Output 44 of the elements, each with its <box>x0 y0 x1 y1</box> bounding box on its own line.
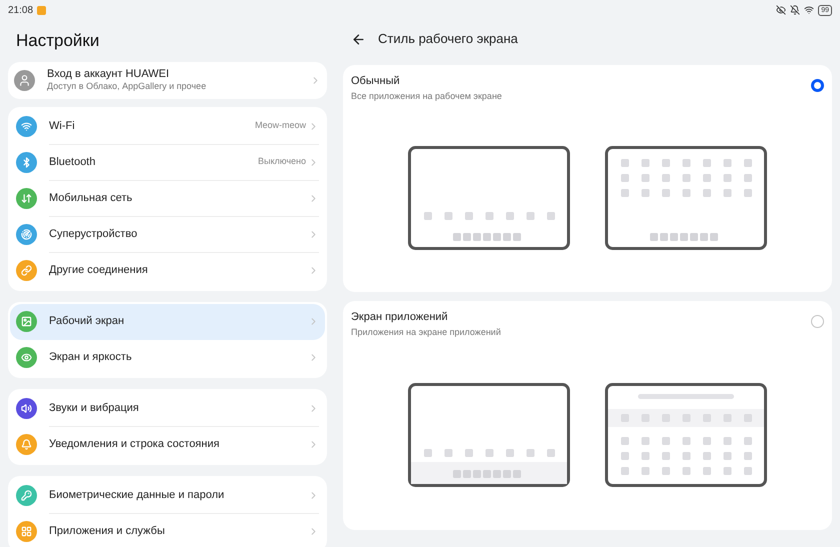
back-icon[interactable] <box>351 32 366 46</box>
settings-item[interactable]: Рабочий экран <box>10 304 325 340</box>
item-label: Суперустройство <box>49 226 138 242</box>
item-label: Рабочий экран <box>49 314 126 330</box>
avatar-icon <box>14 70 35 90</box>
layout-option-card[interactable]: Экран приложений Приложения на экране приложений <box>343 301 832 530</box>
item-label: Биометрические данные и пароли <box>49 488 226 503</box>
item-label: Уведомления и строка состояния <box>49 437 220 452</box>
wifi-icon <box>804 5 814 15</box>
settings-item[interactable]: Звуки и вибрация <box>10 390 325 426</box>
option-subtitle: Все приложения на рабочем экране <box>351 90 503 103</box>
settings-item[interactable]: Wi-Fi Meow-meow <box>10 108 325 144</box>
account-card[interactable]: Вход в аккаунт HUAWEI Доступ в Облако, AppGallery и прочее <box>8 62 327 98</box>
item-value: Meow-meow <box>254 119 306 132</box>
item-label: Экран и яркость <box>49 350 133 366</box>
option-subtitle: Приложения на экране приложений <box>351 326 502 339</box>
settings-item[interactable]: Bluetooth Выключено <box>10 144 325 180</box>
settings-item[interactable]: Экран и яркость <box>10 340 325 376</box>
settings-item[interactable]: Уведомления и строка состояния <box>10 426 325 462</box>
settings-title: Настройки <box>15 30 100 52</box>
option-title: Экран приложений <box>351 310 449 325</box>
radio-button[interactable] <box>811 315 824 328</box>
settings-item[interactable]: Биометрические данные и пароли <box>10 478 325 514</box>
page-title: Стиль рабочего экрана <box>378 30 518 48</box>
account-title: Вход в аккаунт HUAWEI <box>47 68 170 82</box>
layout-option-card[interactable]: Обычный Все приложения на рабочем экране <box>343 65 832 292</box>
status-time: 21:08 <box>8 4 34 18</box>
option-title: Обычный <box>351 74 401 89</box>
item-label: Приложения и службы <box>49 524 166 540</box>
item-label: Bluetooth <box>49 154 96 170</box>
account-subtitle: Доступ в Облако, AppGallery и прочее <box>47 81 208 92</box>
settings-item[interactable]: Другие соединения <box>10 252 325 288</box>
bell-off-icon <box>790 5 800 15</box>
item-value: Выключено <box>258 155 306 168</box>
item-label: Звуки и вибрация <box>49 400 140 416</box>
item-label: Wi-Fi <box>49 118 76 134</box>
settings-item[interactable]: Суперустройство <box>10 216 325 252</box>
settings-item[interactable]: Мобильная сеть <box>10 180 325 216</box>
item-label: Другие соединения <box>49 263 149 278</box>
eye-icon <box>776 5 786 15</box>
notification-icon <box>37 6 46 14</box>
item-label: Мобильная сеть <box>49 190 134 206</box>
settings-item[interactable]: Приложения и службы <box>10 514 325 547</box>
radio-button[interactable] <box>811 79 824 92</box>
